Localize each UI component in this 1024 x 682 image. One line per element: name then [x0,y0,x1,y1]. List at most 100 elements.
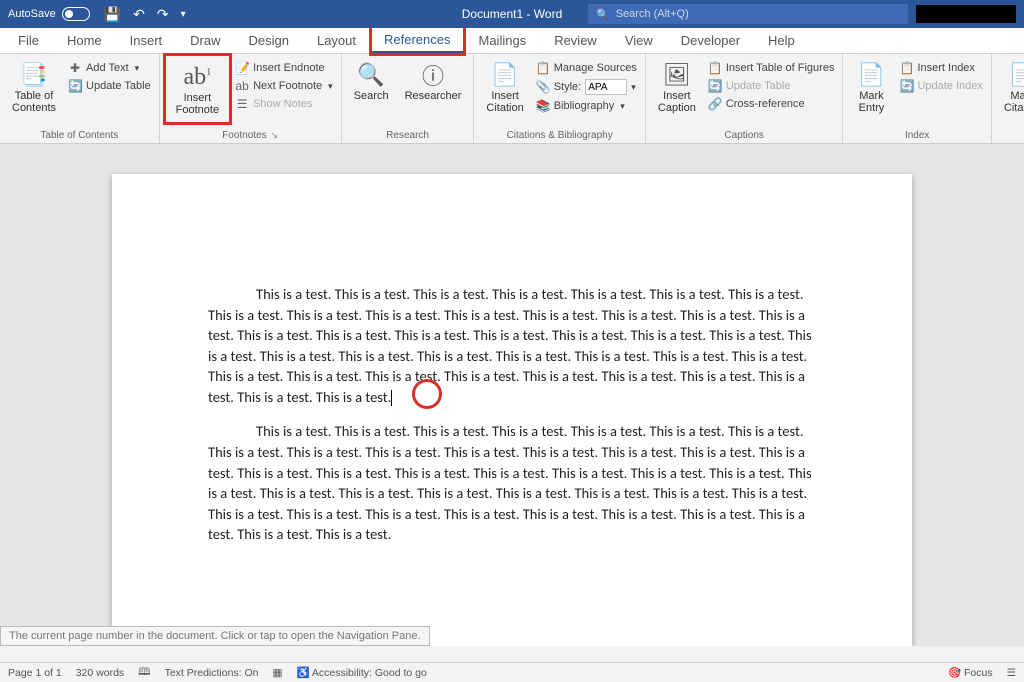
status-language-icon[interactable]: 🕮 [138,664,150,682]
search-button[interactable]: 🔍 Search [348,56,395,106]
insert-endnote-button[interactable]: 📝Insert Endnote [233,60,335,76]
status-focus[interactable]: 🎯 Focus [948,666,993,679]
tab-home[interactable]: Home [55,29,114,52]
citation-style-selector[interactable]: 📎Style:▾ [534,78,639,96]
footnote-icon: ab1 [184,62,212,92]
group-research: 🔍 Search ⓘ Researcher Research [342,54,475,143]
next-footnote-icon: ab [235,79,249,93]
status-bar: Page 1 of 1 320 words 🕮 Text Predictions… [0,662,1024,682]
group-label-footnotes: Footnotes [222,130,266,141]
autosave-toggle[interactable]: AutoSave [8,7,90,21]
style-value-input[interactable] [585,79,627,95]
group-captions: 🖼 Insert Caption 📋Insert Table of Figure… [646,54,844,143]
tab-review[interactable]: Review [542,29,609,52]
mark-citation-button[interactable]: 📄 Mark Citation [998,56,1024,118]
caption-icon: 🖼 [663,60,691,90]
group-citations: 📄 Insert Citation 📋Manage Sources 📎Style… [474,54,645,143]
update-caption-icon: 🔄 [708,79,722,93]
tof-icon: 📋 [708,61,722,75]
document-canvas[interactable]: This is a test. This is a test. This is … [0,144,1024,646]
bibliography-icon: 📚 [536,99,550,113]
manage-sources-button[interactable]: 📋Manage Sources [534,60,639,76]
insert-caption-button[interactable]: 🖼 Insert Caption [652,56,702,118]
endnote-icon: 📝 [235,61,249,75]
search-bar[interactable]: 🔍 Search (Alt+Q) [588,4,908,24]
quick-access-toolbar: 💾 ↶ ↷ ▾ [104,6,186,23]
tab-help[interactable]: Help [756,29,807,52]
annotation-cursor-circle [412,379,442,409]
group-label-citations: Citations & Bibliography [480,128,638,143]
insert-footnote-label: Insert Footnote [176,92,219,116]
insert-citation-icon: 📄 [491,60,518,90]
mark-citation-icon: 📄 [1009,60,1024,90]
tab-insert[interactable]: Insert [118,29,175,52]
autosave-label: AutoSave [8,8,56,20]
status-macro-icon[interactable]: ▦ [273,667,283,679]
add-text-icon: ✚ [68,61,82,75]
tab-layout[interactable]: Layout [305,29,368,52]
researcher-button[interactable]: ⓘ Researcher [399,56,468,106]
tab-references[interactable]: References [372,28,462,53]
group-label-captions: Captions [652,128,837,143]
search-placeholder: Search (Alt+Q) [616,8,689,20]
undo-icon[interactable]: ↶ [133,6,145,23]
status-page[interactable]: Page 1 of 1 [8,667,62,679]
show-notes-button: ☰Show Notes [233,96,335,112]
tab-design[interactable]: Design [237,29,301,52]
tab-developer[interactable]: Developer [669,29,752,52]
search-ribbon-icon: 🔍 [357,60,384,90]
cross-reference-button[interactable]: 🔗Cross-reference [706,96,837,112]
status-accessibility[interactable]: ♿ Accessibility: Good to go [296,666,426,679]
group-index: 📄 Mark Entry 📋Insert Index 🔄Update Index… [843,54,991,143]
bibliography-button[interactable]: 📚Bibliography▾ [534,98,639,114]
update-index-icon: 🔄 [899,79,913,93]
add-text-button[interactable]: ✚Add Text▾ [66,60,153,76]
mark-entry-icon: 📄 [858,60,885,90]
mark-entry-button[interactable]: 📄 Mark Entry [849,56,893,118]
search-icon: 🔍 [596,8,610,21]
insert-footnote-button[interactable]: ab1 Insert Footnote [170,58,225,120]
account-redacted [916,5,1016,23]
status-words[interactable]: 320 words [76,667,124,679]
group-toa: 📄 Mark Citation [992,54,1024,143]
footnotes-dialog-launcher[interactable]: ↘ [271,130,279,141]
status-text-predictions[interactable]: Text Predictions: On [165,667,259,679]
title-bar: AutoSave 💾 ↶ ↷ ▾ Document1 - Word 🔍 Sear… [0,0,1024,28]
paragraph-2[interactable]: This is a test. This is a test. This is … [208,421,816,544]
save-icon[interactable]: 💾 [104,6,121,23]
toc-icon: 📑 [20,60,47,90]
update-caption-table-button: 🔄Update Table [706,78,837,94]
update-index-button: 🔄Update Index [897,78,984,94]
document-page[interactable]: This is a test. This is a test. This is … [112,174,912,646]
crossref-icon: 🔗 [708,97,722,111]
manage-sources-icon: 📋 [536,61,550,75]
insert-index-button[interactable]: 📋Insert Index [897,60,984,76]
group-toc: 📑 Table of Contents ✚Add Text▾ 🔄Update T… [0,54,160,143]
redo-icon[interactable]: ↷ [157,6,169,23]
qat-dropdown-icon[interactable]: ▾ [181,9,186,20]
view-print-icon[interactable]: ☰ [1007,667,1016,679]
group-label-toc: Table of Contents [6,128,153,143]
insert-tof-button[interactable]: 📋Insert Table of Figures [706,60,837,76]
group-label-index: Index [849,128,984,143]
update-table-button[interactable]: 🔄Update Table [66,78,153,94]
toc-label: Table of Contents [12,90,56,114]
insert-citation-button[interactable]: 📄 Insert Citation [480,56,529,118]
show-notes-icon: ☰ [235,97,249,111]
tab-file[interactable]: File [6,29,51,52]
ribbon: 📑 Table of Contents ✚Add Text▾ 🔄Update T… [0,54,1024,144]
group-footnotes: ab1 Insert Footnote 📝Insert Endnote abNe… [160,54,342,143]
next-footnote-button[interactable]: abNext Footnote▾ [233,78,335,94]
tab-mailings[interactable]: Mailings [467,29,539,52]
tab-view[interactable]: View [613,29,665,52]
paragraph-1[interactable]: This is a test. This is a test. This is … [208,284,816,407]
table-of-contents-button[interactable]: 📑 Table of Contents [6,56,62,118]
group-label-research: Research [348,128,468,143]
tab-draw[interactable]: Draw [178,29,232,52]
insert-index-icon: 📋 [899,61,913,75]
ribbon-tabs: File Home Insert Draw Design Layout Refe… [0,28,1024,54]
style-icon: 📎 [536,80,550,94]
text-cursor [391,390,392,406]
document-title: Document1 - Word [462,7,562,21]
autosave-switch[interactable] [62,7,90,21]
